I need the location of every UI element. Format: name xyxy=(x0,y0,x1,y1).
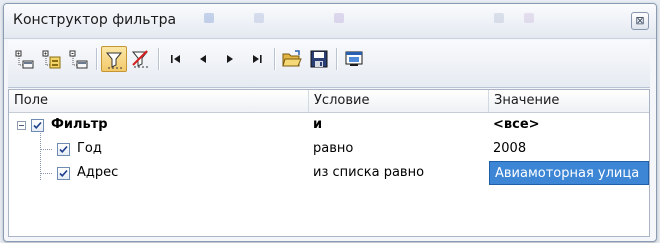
value-cell-selected[interactable]: Авиамоторная улица xyxy=(489,161,649,185)
table-row[interactable]: Адрес из списка равно Авиамоторная улица xyxy=(9,161,649,185)
filter-clear-icon xyxy=(131,50,149,68)
value-cell[interactable]: 2008 xyxy=(489,137,649,161)
clear-filter-button[interactable] xyxy=(128,46,154,72)
add-group-button[interactable] xyxy=(39,46,65,72)
row-checkbox[interactable] xyxy=(31,119,44,132)
window-icon xyxy=(345,51,363,66)
save-button[interactable] xyxy=(306,46,332,72)
filter-builder-window: Конструктор фильтра ⊠ Поле Условие Значе… xyxy=(3,3,657,242)
last-icon xyxy=(253,55,262,63)
next-icon xyxy=(227,55,233,63)
toolbar-separator xyxy=(336,48,338,70)
add-condition-button[interactable] xyxy=(12,46,38,72)
view-button[interactable] xyxy=(341,46,367,72)
condition-cell[interactable]: и xyxy=(309,113,489,137)
first-icon xyxy=(171,55,180,63)
value-cell[interactable]: <все> xyxy=(489,113,649,137)
background-ribbon-ghost xyxy=(194,10,594,30)
save-icon xyxy=(310,50,328,68)
remove-condition-icon xyxy=(69,50,88,69)
condition-cell[interactable]: равно xyxy=(309,137,489,161)
toolbar-separator xyxy=(274,48,276,70)
window-title: Конструктор фильтра xyxy=(13,12,177,28)
collapse-toggle[interactable] xyxy=(17,121,26,130)
toolbar xyxy=(8,40,650,88)
check-icon xyxy=(59,169,68,177)
check-icon xyxy=(59,145,68,153)
field-cell: Год xyxy=(77,141,102,156)
next-record-button[interactable] xyxy=(217,46,243,72)
check-icon xyxy=(33,121,42,129)
remove-condition-button[interactable] xyxy=(66,46,92,72)
first-record-button[interactable] xyxy=(163,46,189,72)
field-cell: Адрес xyxy=(77,165,119,180)
column-header-condition[interactable]: Условие xyxy=(309,90,489,112)
table-row[interactable]: Год равно 2008 xyxy=(9,137,649,161)
toolbar-separator xyxy=(158,48,160,70)
filter-icon xyxy=(105,52,123,69)
apply-filter-button[interactable] xyxy=(101,46,127,72)
prev-record-button[interactable] xyxy=(190,46,216,72)
toolbar-separator xyxy=(96,48,98,70)
row-checkbox[interactable] xyxy=(57,143,70,156)
table-row[interactable]: Фильтр и <все> xyxy=(9,113,649,137)
column-header-field[interactable]: Поле xyxy=(9,90,309,112)
grid-header: Поле Условие Значение xyxy=(9,90,649,113)
filter-grid: Поле Условие Значение Фильтр и <все> Год… xyxy=(8,89,650,237)
add-group-icon xyxy=(42,50,61,69)
last-record-button[interactable] xyxy=(244,46,270,72)
column-header-value[interactable]: Значение xyxy=(489,90,649,112)
add-condition-icon xyxy=(15,50,34,69)
condition-cell[interactable]: из списка равно xyxy=(309,161,489,185)
title-bar[interactable]: Конструктор фильтра ⊠ xyxy=(4,4,656,39)
close-button[interactable]: ⊠ xyxy=(631,12,649,30)
row-checkbox[interactable] xyxy=(57,167,70,180)
field-cell: Фильтр xyxy=(51,117,108,132)
prev-icon xyxy=(200,55,206,63)
open-button[interactable] xyxy=(279,46,305,72)
folder-open-icon xyxy=(282,50,302,67)
